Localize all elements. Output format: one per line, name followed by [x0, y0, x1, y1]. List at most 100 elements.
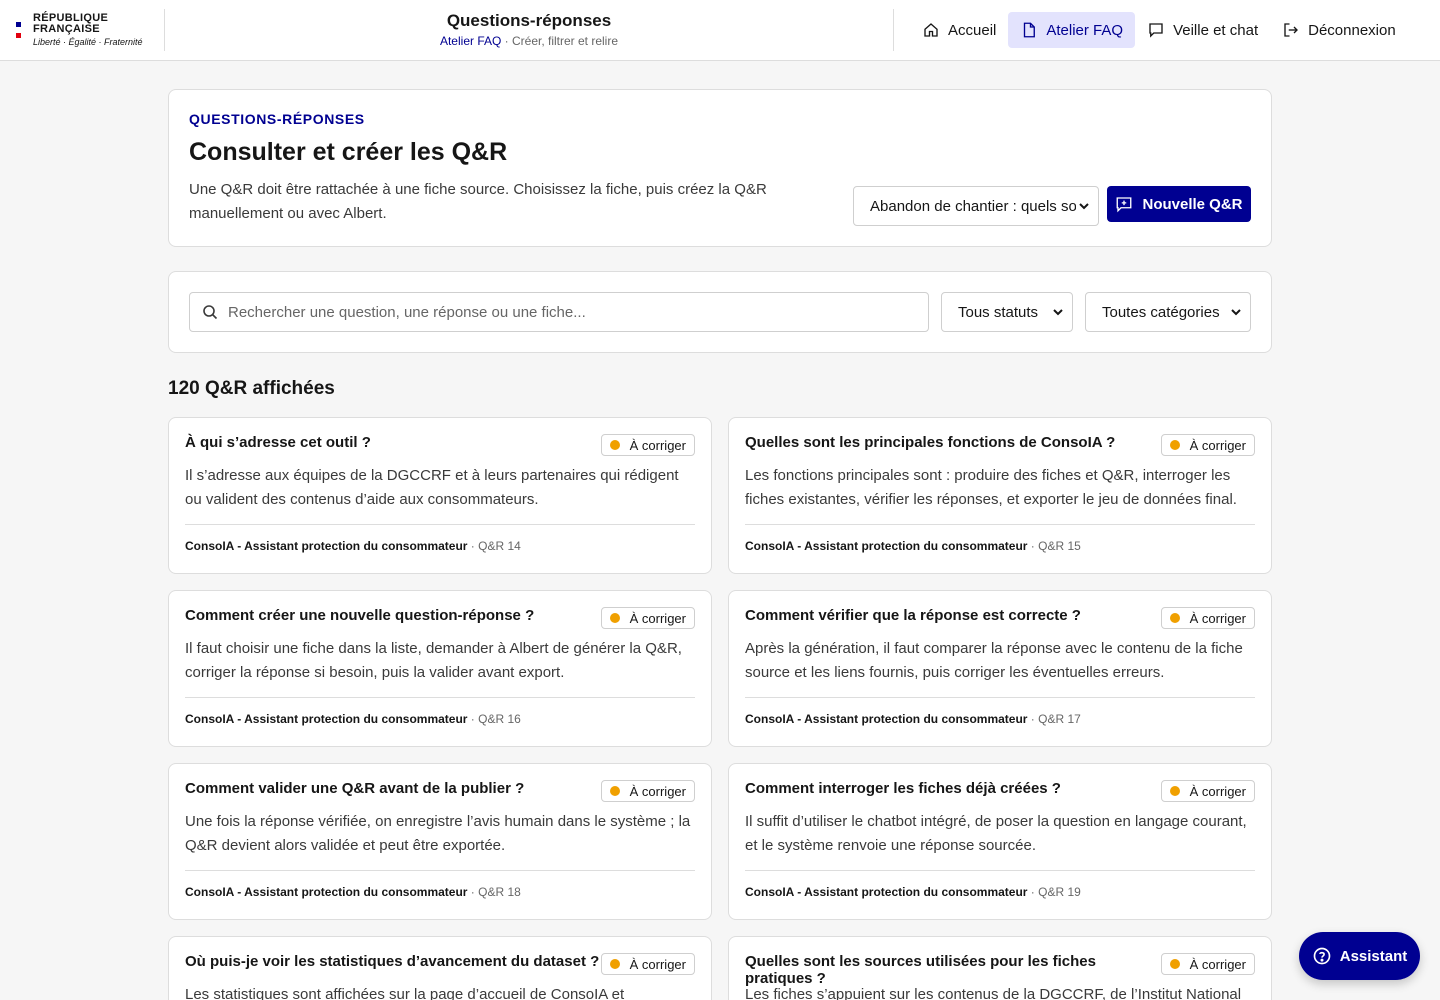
qr-ref: · Q&R 17	[1027, 712, 1081, 726]
qr-ref: · Q&R 19	[1027, 885, 1081, 899]
qr-answer: Les fonctions principales sont : produir…	[745, 467, 1237, 508]
app-title-block: Questions-réponses Atelier FAQ · Créer, …	[429, 10, 629, 48]
qr-source: ConsoIA - Assistant protection du consom…	[745, 885, 1028, 899]
logo-motto: Liberté · Égalité · Fraternité	[33, 37, 143, 47]
status-badge: À corriger	[600, 607, 695, 629]
document-icon	[1024, 22, 1036, 38]
status-badge: À corriger	[1160, 953, 1255, 975]
status-badge: À corriger	[1160, 780, 1255, 802]
qr-card[interactable]: Comment interroger les fiches déjà créée…	[728, 763, 1272, 920]
qr-meta: ConsoIA - Assistant protection du consom…	[745, 539, 1081, 553]
qr-answer: Il faut choisir une fiche dans la liste,…	[185, 640, 682, 681]
main-nav: Accueil Atelier FAQ Veille et chat Décon…	[910, 12, 1408, 48]
qr-card[interactable]: Comment vérifier que la réponse est corr…	[728, 590, 1272, 747]
divider	[185, 870, 695, 871]
qr-meta: ConsoIA - Assistant protection du consom…	[185, 539, 521, 553]
qr-question: Quelles sont les sources utilisées pour …	[745, 953, 1096, 987]
subtitle-text: · Créer, filtrer et relire	[501, 34, 619, 48]
qr-source: ConsoIA - Assistant protection du consom…	[745, 712, 1028, 726]
qr-meta: ConsoIA - Assistant protection du consom…	[185, 885, 521, 899]
status-dot-icon	[609, 959, 620, 969]
assistant-button[interactable]: Assistant	[1299, 932, 1420, 980]
status-label: À corriger	[629, 610, 686, 626]
qr-answer: Les statistiques sont affichées sur la p…	[185, 986, 625, 1000]
qr-source: ConsoIA - Assistant protection du consom…	[185, 539, 468, 553]
chevron-down-icon	[1076, 198, 1092, 214]
intro-card: QUESTIONS-RÉPONSES Consulter et créer le…	[168, 89, 1272, 247]
qr-card[interactable]: Quelles sont les principales fonctions d…	[728, 417, 1272, 574]
qr-question: Comment créer une nouvelle question-répo…	[185, 607, 535, 624]
status-label: À corriger	[1189, 610, 1246, 626]
qr-card[interactable]: Quelles sont les sources utilisées pour …	[728, 936, 1272, 1000]
qr-ref: · Q&R 15	[1027, 539, 1081, 553]
add-message-icon	[1117, 197, 1132, 213]
qr-question: Comment valider une Q&R avant de la publ…	[185, 780, 525, 797]
status-dot-icon	[1169, 959, 1180, 969]
intro-eyebrow: QUESTIONS-RÉPONSES	[189, 111, 365, 127]
status-badge: À corriger	[1160, 607, 1255, 629]
qr-ref: · Q&R 16	[467, 712, 521, 726]
category-filter-value: Toutes catégories	[1102, 303, 1220, 321]
gov-logo[interactable]: RÉPUBLIQUE FRANÇAISE Liberté · Égalité ·…	[16, 9, 165, 51]
qr-card[interactable]: Comment valider une Q&R avant de la publ…	[168, 763, 712, 920]
fiche-select-value: Abandon de chantier : quels sont	[870, 197, 1090, 215]
qr-question: À qui s’adresse cet outil ?	[185, 434, 371, 451]
chevron-down-icon	[1050, 304, 1066, 320]
category-filter-select[interactable]: Toutes catégories	[1085, 292, 1251, 332]
top-header: RÉPUBLIQUE FRANÇAISE Liberté · Égalité ·…	[0, 0, 1440, 61]
status-badge: À corriger	[600, 953, 695, 975]
logo-line2: FRANÇAISE	[33, 23, 100, 35]
status-label: À corriger	[1189, 783, 1246, 799]
nav-label: Atelier FAQ	[1046, 21, 1124, 39]
help-circle-icon	[1313, 947, 1331, 965]
results-count: 120 Q&R affichées	[168, 378, 335, 399]
nav-deconnexion[interactable]: Déconnexion	[1270, 12, 1408, 48]
new-qr-label: Nouvelle Q&R	[1142, 195, 1243, 213]
search-input[interactable]	[228, 303, 908, 321]
search-box[interactable]	[189, 292, 929, 332]
qr-question: Comment interroger les fiches déjà créée…	[745, 780, 1061, 797]
qr-question: Quelles sont les principales fonctions d…	[745, 434, 1116, 451]
app-subtitle: Atelier FAQ · Créer, filtrer et relire	[429, 34, 629, 48]
qr-meta: ConsoIA - Assistant protection du consom…	[185, 712, 521, 726]
qr-ref: · Q&R 14	[467, 539, 521, 553]
divider	[185, 697, 695, 698]
app-title: Questions-réponses	[446, 11, 612, 30]
intro-description: Une Q&R doit être rattachée à une fiche …	[189, 181, 767, 222]
divider	[745, 524, 1255, 525]
fiche-select[interactable]: Abandon de chantier : quels sont	[853, 186, 1099, 226]
status-dot-icon	[609, 786, 620, 796]
home-icon	[924, 23, 938, 37]
qr-card[interactable]: À qui s’adresse cet outil ? À corriger I…	[168, 417, 712, 574]
nav-atelier-faq[interactable]: Atelier FAQ	[1008, 12, 1136, 48]
status-dot-icon	[1169, 440, 1180, 450]
divider	[745, 870, 1255, 871]
nav-veille-chat[interactable]: Veille et chat	[1135, 12, 1270, 48]
qr-ref: · Q&R 18	[467, 885, 521, 899]
qr-source: ConsoIA - Assistant protection du consom…	[185, 712, 468, 726]
status-label: À corriger	[1189, 437, 1246, 453]
qr-answer: Une fois la réponse vérifiée, on enregis…	[185, 813, 691, 854]
qr-source: ConsoIA - Assistant protection du consom…	[745, 539, 1028, 553]
status-filter-select[interactable]: Tous statuts	[941, 292, 1073, 332]
divider	[745, 697, 1255, 698]
qr-source: ConsoIA - Assistant protection du consom…	[185, 885, 468, 899]
qr-card[interactable]: Où puis-je voir les statistiques d’avanc…	[168, 936, 712, 1000]
qr-card[interactable]: Comment créer une nouvelle question-répo…	[168, 590, 712, 747]
status-filter-value: Tous statuts	[958, 303, 1039, 321]
status-dot-icon	[1169, 613, 1180, 623]
nav-accueil[interactable]: Accueil	[910, 12, 1008, 48]
search-icon	[203, 305, 218, 320]
chat-icon	[1149, 23, 1163, 38]
status-badge: À corriger	[600, 434, 695, 456]
nav-label: Accueil	[948, 21, 997, 39]
qr-answer: Les fiches s’appuient sur les contenus d…	[745, 986, 1242, 1000]
qr-answer: Il s’adresse aux équipes de la DGCCRF et…	[185, 467, 679, 508]
logout-icon	[1284, 23, 1299, 37]
chevron-down-icon	[1228, 304, 1244, 320]
status-dot-icon	[609, 613, 620, 623]
new-qr-button[interactable]: Nouvelle Q&R	[1107, 186, 1251, 222]
assistant-label: Assistant	[1339, 947, 1408, 965]
nav-label: Déconnexion	[1308, 21, 1396, 39]
subtitle-link[interactable]: Atelier FAQ	[440, 34, 501, 48]
